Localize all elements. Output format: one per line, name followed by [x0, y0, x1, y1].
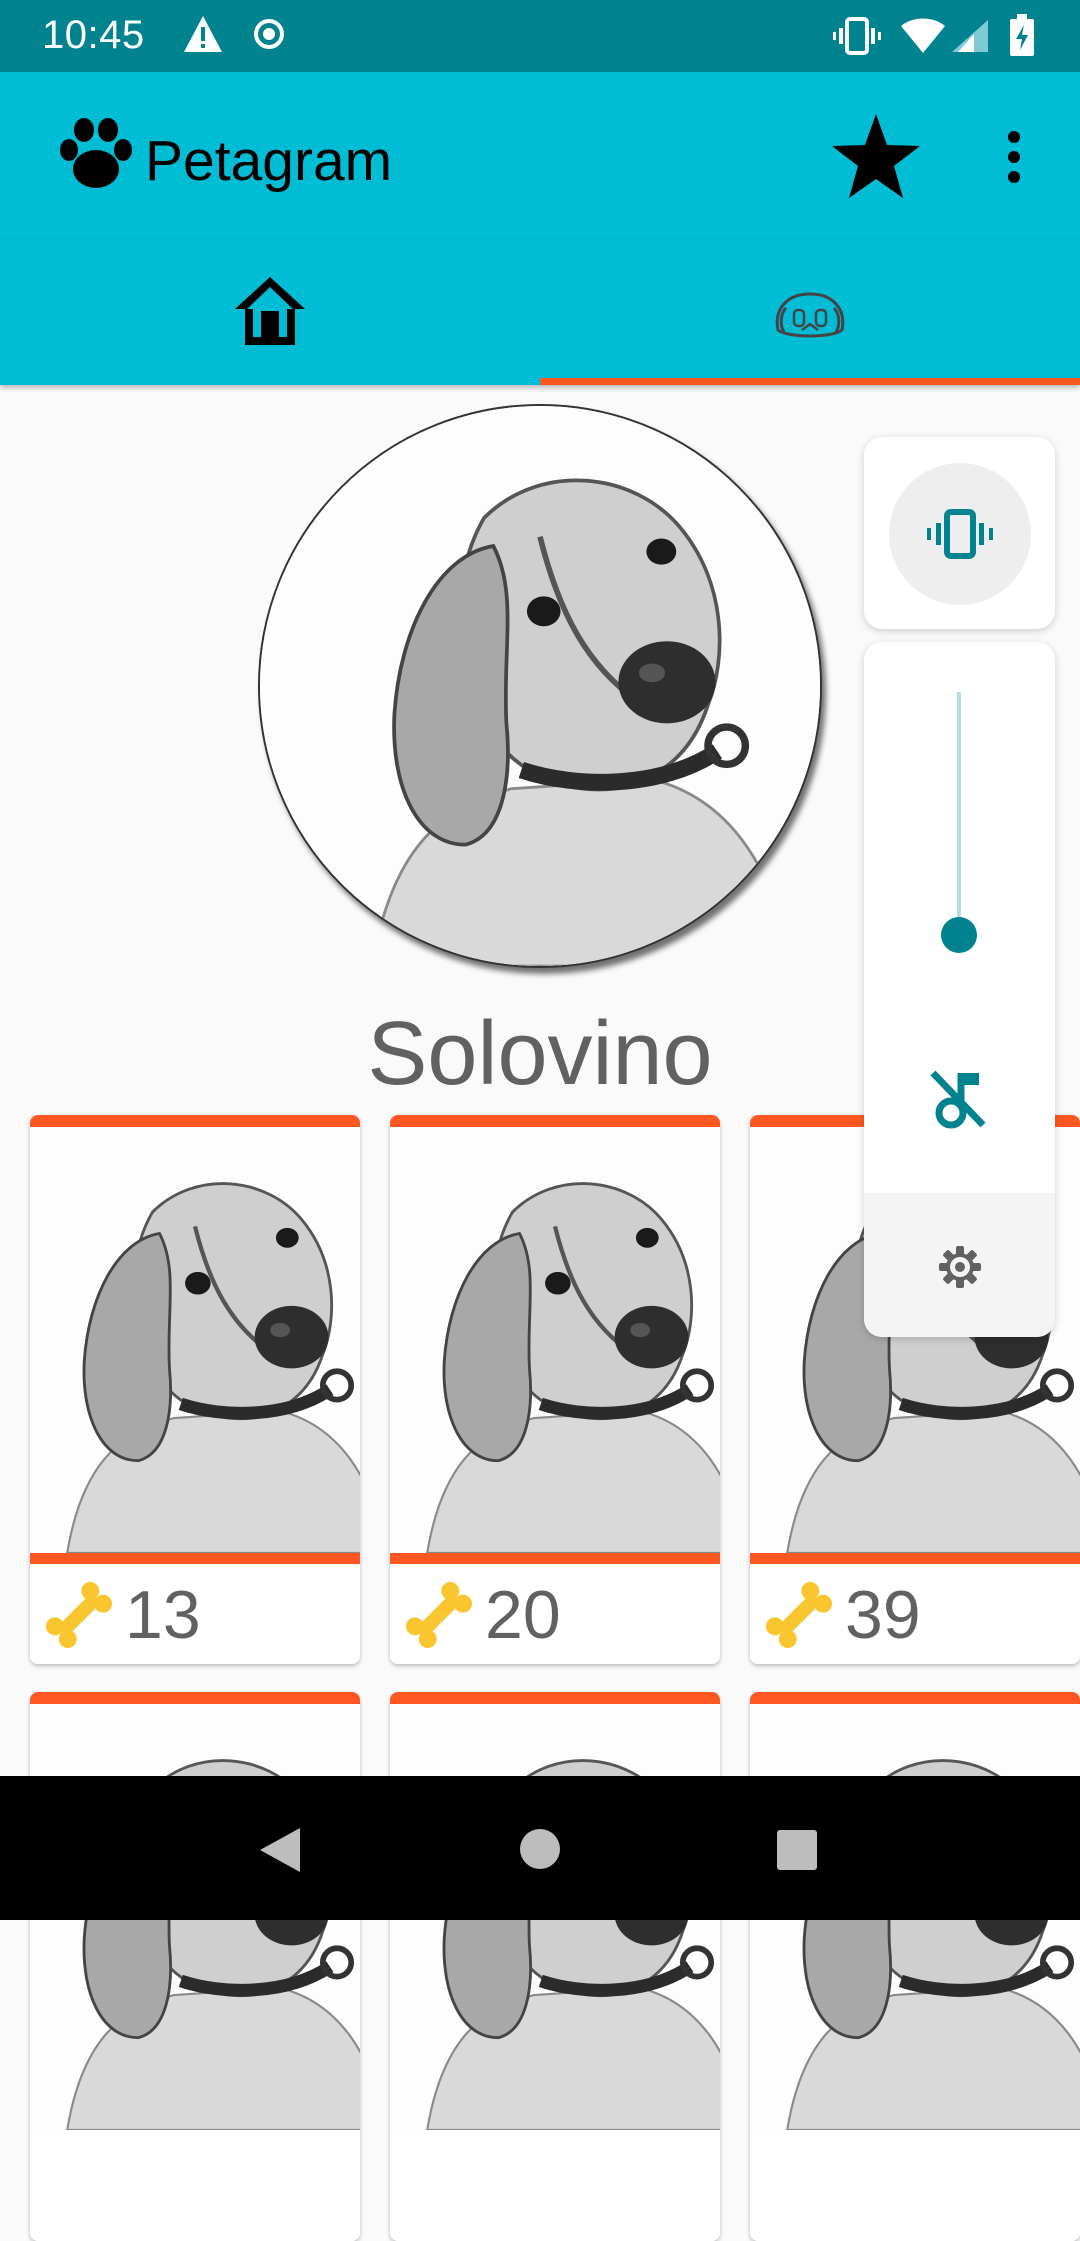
likes-count: 20: [485, 1577, 561, 1653]
volume-settings-area: [864, 1193, 1055, 1337]
bone-icon[interactable]: [760, 1576, 838, 1659]
vibrate-icon: [832, 16, 882, 61]
home-icon: [231, 273, 309, 354]
card-divider-stripe: [30, 1553, 360, 1564]
card-top-stripe: [390, 1692, 720, 1704]
dog-face-icon: [772, 290, 848, 347]
likes-row: 39: [750, 1564, 1080, 1664]
photo-card[interactable]: [750, 1692, 1080, 2241]
battery-charging-icon: [1010, 14, 1034, 61]
volume-slider-track: [957, 692, 961, 950]
ringer-mode-panel: [864, 437, 1055, 629]
photo-card[interactable]: 20: [390, 1115, 720, 1664]
likes-row: 13: [30, 1564, 360, 1664]
photo-card[interactable]: [30, 1692, 360, 2241]
card-top-stripe: [30, 1692, 360, 1704]
bone-icon[interactable]: [40, 1576, 118, 1659]
system-nav-bar: [0, 1776, 1080, 1920]
favorites-star-icon[interactable]: [830, 112, 922, 205]
gear-icon[interactable]: [938, 1245, 982, 1294]
bone-icon[interactable]: [400, 1576, 478, 1659]
likes-count: 13: [125, 1577, 201, 1653]
volume-slider[interactable]: [934, 692, 984, 953]
card-top-stripe: [390, 1115, 720, 1127]
signal-icon: [950, 18, 990, 59]
profile-photo: [258, 404, 822, 968]
recents-icon[interactable]: [776, 1829, 818, 1876]
likes-count: 39: [845, 1577, 921, 1653]
tab-bar: [0, 240, 1080, 385]
paw-icon: [58, 117, 134, 196]
tab-pet-profile[interactable]: [540, 240, 1080, 385]
target-icon: [253, 18, 285, 55]
photo-card[interactable]: 13: [30, 1115, 360, 1664]
card-top-stripe: [30, 1115, 360, 1127]
status-bar: 10:45: [0, 0, 1080, 72]
wifi-icon: [900, 18, 946, 59]
card-divider-stripe: [390, 1553, 720, 1564]
status-time: 10:45: [42, 13, 145, 57]
app-bar: Petagram: [0, 72, 1080, 240]
vibrate-icon: [925, 508, 995, 565]
more-vert-icon[interactable]: [1000, 129, 1028, 190]
warning-icon: [182, 14, 224, 59]
home-nav-icon[interactable]: [519, 1828, 561, 1875]
tab-home[interactable]: [0, 240, 540, 385]
volume-panel: [864, 642, 1055, 1337]
volume-slider-thumb[interactable]: [941, 917, 977, 953]
tab-selected-indicator: [540, 378, 1080, 385]
photo-card[interactable]: [390, 1692, 720, 2241]
music-off-icon[interactable]: [927, 1067, 991, 1136]
ringer-mode-button[interactable]: [889, 463, 1031, 605]
card-top-stripe: [750, 1692, 1080, 1704]
likes-row: 20: [390, 1564, 720, 1664]
back-icon[interactable]: [256, 1826, 302, 1879]
card-divider-stripe: [750, 1553, 1080, 1564]
app-title: Petagram: [145, 129, 393, 193]
